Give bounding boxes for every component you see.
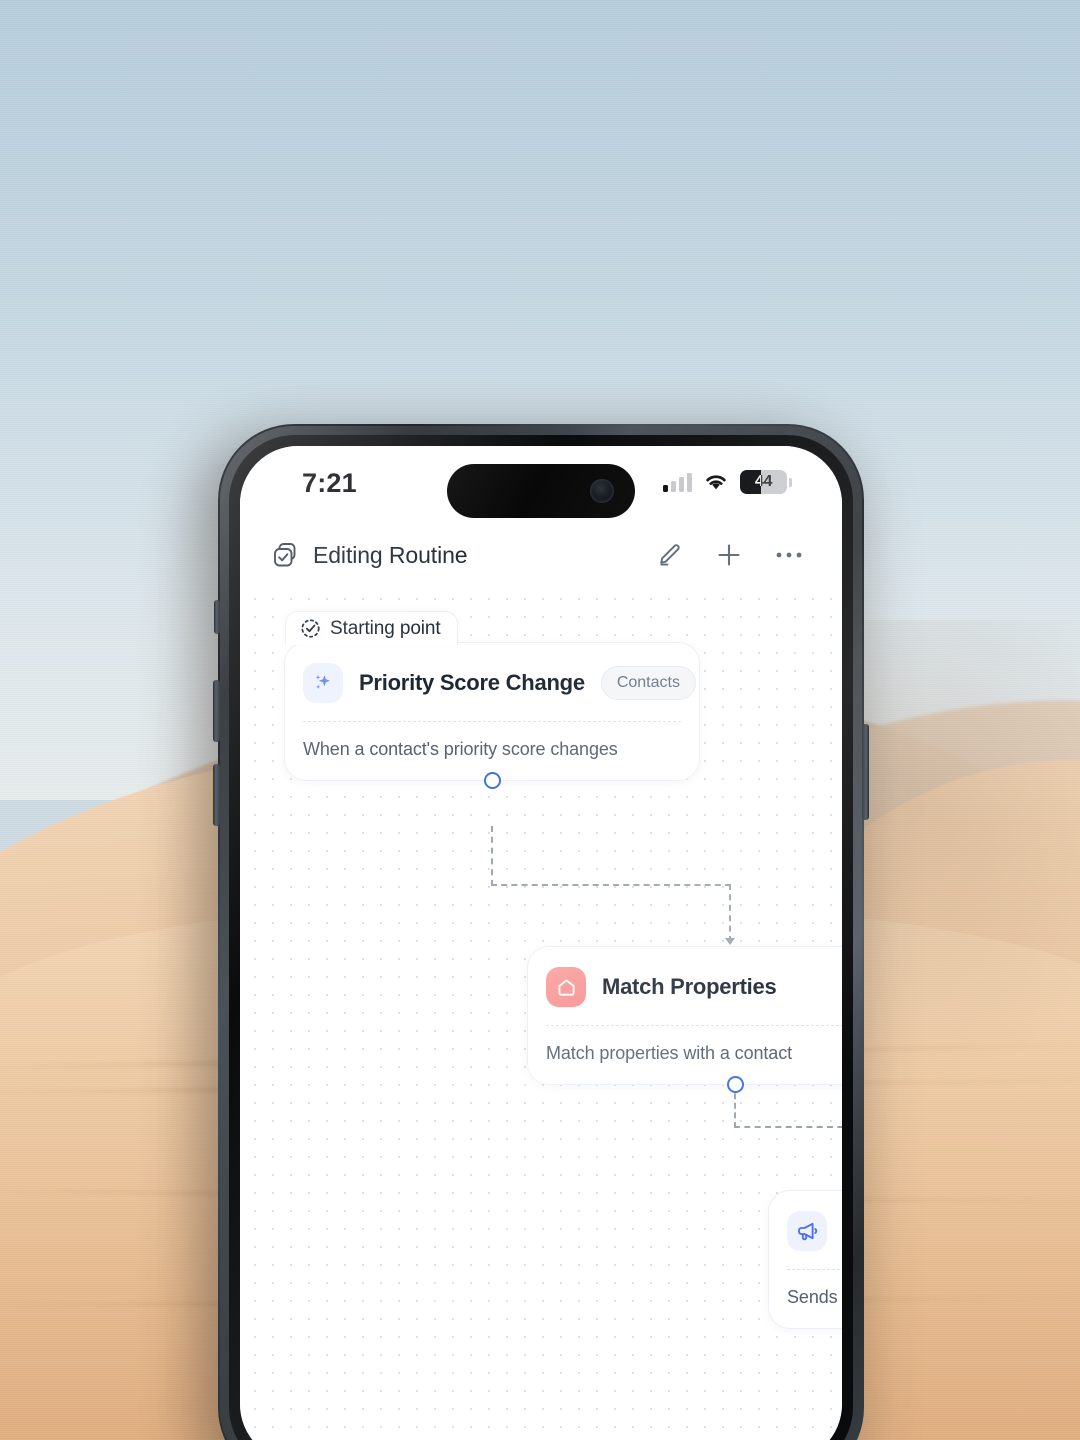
megaphone-icon — [798, 1222, 818, 1241]
status-bar: 7:21 44 — [240, 446, 842, 524]
node-badge[interactable]: Contacts — [600, 666, 696, 700]
volume-up-button[interactable] — [213, 680, 220, 742]
page-title: Editing Routine — [313, 541, 468, 568]
header-actions — [654, 540, 804, 570]
node-description: Match properties with a contact — [546, 1043, 793, 1063]
edit-button[interactable] — [654, 540, 684, 570]
battery-cap — [789, 477, 792, 487]
node-output-port[interactable] — [727, 1076, 744, 1093]
sparkle-icon — [315, 675, 330, 689]
add-button[interactable] — [714, 540, 744, 570]
header-title-group: Editing Routine — [272, 541, 468, 569]
connector-arrow — [725, 938, 735, 945]
phone-device-frame: 7:21 44 Editing Routine Starting point P… — [213, 424, 869, 1440]
node-title: Match Properties — [602, 974, 777, 999]
status-time: 7:21 — [302, 468, 357, 498]
node-icon-container — [546, 967, 586, 1007]
starting-point-tab: Starting point — [285, 611, 458, 645]
silent-switch[interactable] — [214, 600, 220, 634]
battery-percent-label: 44 — [754, 473, 773, 490]
node-description: Sends — [787, 1287, 838, 1307]
node-card-send-campaign[interactable]: Sends — [768, 1190, 842, 1329]
node-output-port[interactable] — [484, 772, 501, 789]
connector-segment-horizontal — [491, 884, 731, 886]
node-icon-container — [787, 1211, 827, 1251]
checklist-stack-icon — [274, 543, 296, 567]
node-icon-container — [303, 663, 343, 703]
routine-canvas[interactable]: Starting point Priority Score Change Con… — [240, 586, 842, 1440]
connector-segment-horizontal — [734, 1126, 842, 1128]
dynamic-island — [447, 464, 635, 518]
plus-icon — [718, 544, 740, 566]
starting-point-label: Starting point — [330, 617, 441, 639]
connector-segment-vertical — [729, 884, 731, 942]
ellipsis-icon — [776, 552, 802, 558]
node-header: Priority Score Change Contacts — [285, 643, 699, 721]
more-options-button[interactable] — [774, 540, 804, 570]
node-header — [769, 1191, 842, 1269]
status-indicators: 44 — [663, 470, 792, 494]
front-camera-lens — [590, 479, 614, 503]
phone-cast-shadow — [860, 620, 1080, 1080]
cellular-signal-icon — [663, 472, 692, 492]
pencil-edit-icon — [660, 544, 680, 566]
battery-indicator: 44 — [740, 470, 792, 494]
node-title: Priority Score Change — [359, 670, 585, 695]
dashed-circle-check-icon — [301, 619, 320, 638]
wifi-icon — [706, 475, 726, 490]
power-button[interactable] — [862, 724, 869, 820]
app-header: Editing Routine — [240, 524, 842, 586]
connector-segment-vertical — [491, 826, 493, 886]
node-card-priority-score-change[interactable]: Starting point Priority Score Change Con… — [284, 611, 700, 789]
volume-down-button[interactable] — [213, 764, 220, 826]
home-icon — [557, 978, 575, 996]
node-header: Match Properties C — [528, 947, 842, 1025]
node-card-match-properties[interactable]: Match Properties C Match properties with… — [527, 946, 842, 1093]
phone-screen: 7:21 44 Editing Routine Starting point P… — [240, 446, 842, 1440]
screenshot-scene: 7:21 44 Editing Routine Starting point P… — [0, 0, 1080, 1440]
